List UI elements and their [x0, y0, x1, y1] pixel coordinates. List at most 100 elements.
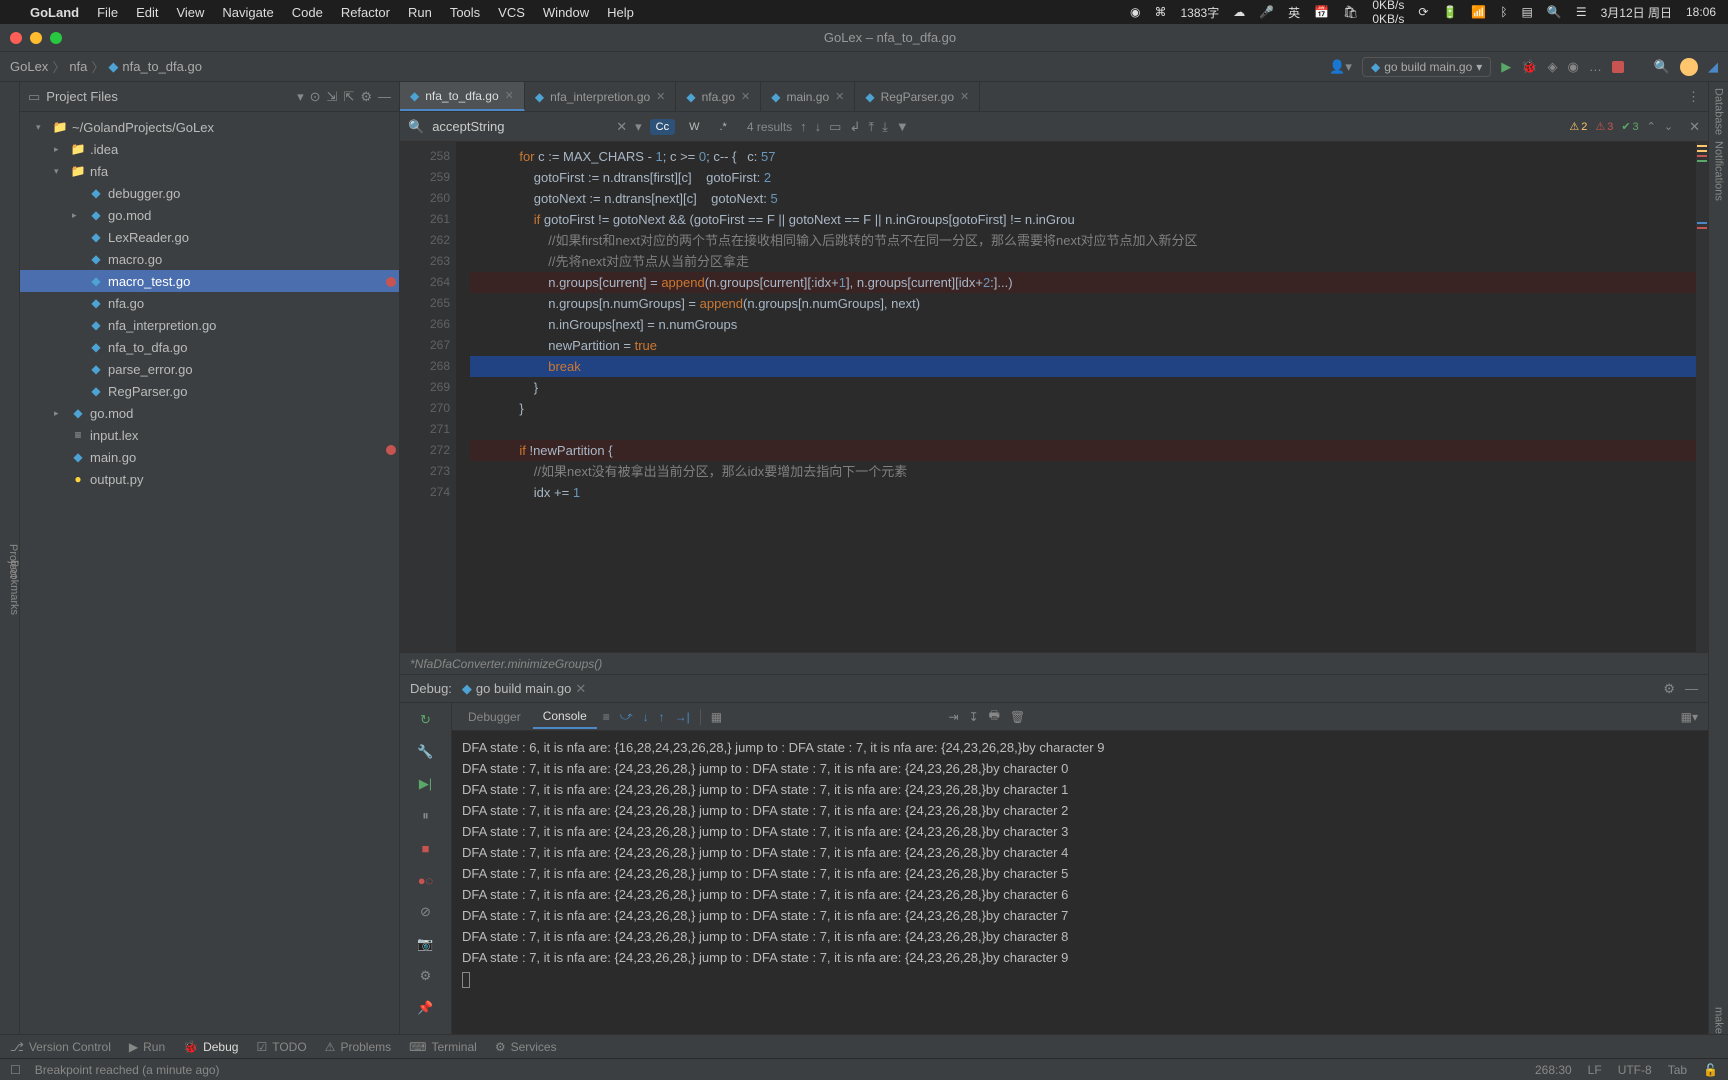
box-icon[interactable]: ▤	[1522, 5, 1533, 19]
run-to-cursor-icon[interactable]: →|	[671, 710, 694, 724]
tree-row[interactable]: ▸◆go.mod	[20, 402, 399, 424]
toolwindow-todo[interactable]: ☑TODO	[256, 1040, 306, 1054]
hide-panel-icon[interactable]: —	[378, 89, 391, 104]
step-over-icon[interactable]: ⤻	[616, 709, 637, 724]
tree-row[interactable]: ◆nfa_to_dfa.go	[20, 336, 399, 358]
tree-row[interactable]: ◆main.go	[20, 446, 399, 468]
scroll-to-end-icon[interactable]: ↧	[965, 710, 983, 724]
run-config-selector[interactable]: ◆ go build main.go ▾	[1362, 57, 1491, 77]
close-window-button[interactable]	[10, 32, 22, 44]
remove-selection-button[interactable]: ⤓	[882, 119, 888, 135]
app-name[interactable]: GoLand	[30, 5, 79, 20]
mic-icon[interactable]: 🎤	[1259, 5, 1274, 19]
resume-button[interactable]: ▶|	[412, 773, 440, 795]
maximize-window-button[interactable]	[50, 32, 62, 44]
toolwindow-run[interactable]: ▶Run	[129, 1040, 165, 1054]
camera-button[interactable]: 📷	[412, 933, 440, 955]
file-encoding[interactable]: UTF-8	[1618, 1063, 1652, 1077]
wifi-icon[interactable]: 📶	[1471, 5, 1486, 19]
time[interactable]: 18:06	[1686, 5, 1716, 19]
tree-row[interactable]: ◆macro.go	[20, 248, 399, 270]
editor-breadcrumb[interactable]: *NfaDfaConverter.minimizeGroups()	[400, 652, 1708, 674]
sync-icon[interactable]: ⟳	[1418, 5, 1428, 19]
coverage-button[interactable]: ◈	[1547, 59, 1557, 75]
tab-debugger[interactable]: Debugger	[458, 706, 531, 728]
caret-position[interactable]: 268:30	[1535, 1063, 1572, 1077]
menu-view[interactable]: View	[176, 5, 204, 20]
find-input[interactable]	[432, 119, 608, 134]
clear-icon[interactable]: 🗑	[1006, 710, 1029, 724]
attach-button[interactable]: …	[1589, 59, 1602, 74]
rerun-button[interactable]: ↻	[412, 709, 440, 731]
crumb-2[interactable]: nfa_to_dfa.go	[122, 59, 202, 74]
tree-row[interactable]: ▸◆go.mod	[20, 204, 399, 226]
tree-row[interactable]: ◆macro_test.go	[20, 270, 399, 292]
menu-refactor[interactable]: Refactor	[341, 5, 390, 20]
menu-vcs[interactable]: VCS	[498, 5, 525, 20]
search-icon[interactable]: 🔍	[1547, 5, 1562, 19]
crumb-0[interactable]: GoLex	[10, 59, 48, 74]
stop-button[interactable]	[1612, 61, 1624, 73]
debug-button[interactable]: 🐞	[1521, 59, 1537, 75]
collab-icon[interactable]: 👤▾	[1329, 59, 1352, 75]
run-button[interactable]: ▶	[1501, 59, 1511, 75]
line-number-gutter[interactable]: 2582592602612622632642652662672682692702…	[400, 142, 456, 652]
close-tab-icon[interactable]: ✕	[575, 681, 586, 697]
step-out-icon[interactable]: ↑	[655, 710, 669, 724]
history-icon[interactable]: ▾	[635, 119, 642, 135]
bookmarks-tool-button[interactable]: Bookmarks	[8, 560, 20, 615]
menu-help[interactable]: Help	[607, 5, 634, 20]
soft-wrap-icon[interactable]: ⇥	[945, 710, 963, 724]
error-stripe[interactable]	[1696, 142, 1708, 652]
stop-debug-button[interactable]: ■	[412, 837, 440, 859]
expand-all-icon[interactable]: ⇲	[327, 89, 338, 105]
settings-icon[interactable]: ⚙	[1663, 681, 1675, 697]
hide-panel-icon[interactable]: —	[1685, 681, 1698, 697]
date[interactable]: 3月12日 周日	[1601, 4, 1672, 21]
view-breakpoints-button[interactable]: ●◌	[412, 869, 440, 891]
cmd-icon[interactable]: ⌘	[1155, 5, 1167, 19]
tree-row[interactable]: ◆LexReader.go	[20, 226, 399, 248]
rec-icon[interactable]: ◉	[1130, 5, 1140, 19]
console-output[interactable]: DFA state : 6, it is nfa are: {16,28,24,…	[452, 731, 1708, 1034]
print-icon[interactable]: 🖶	[985, 706, 1004, 727]
words-toggle[interactable]: W	[683, 119, 705, 135]
readonly-icon[interactable]: 🔓	[1703, 1063, 1718, 1077]
new-line-button[interactable]: ↲	[849, 119, 860, 135]
mute-breakpoints-button[interactable]: ⊘	[412, 901, 440, 923]
close-tab-icon[interactable]: ✕	[505, 89, 514, 102]
tree-row[interactable]: ◆debugger.go	[20, 182, 399, 204]
bag-icon[interactable]: 🛍	[1343, 5, 1358, 19]
match-case-toggle[interactable]: Cc	[650, 119, 675, 135]
menu-edit[interactable]: Edit	[136, 5, 158, 20]
step-into-icon[interactable]: ↓	[639, 710, 653, 724]
jetbrains-toolbox-icon[interactable]: ◢	[1708, 59, 1718, 75]
next-match-button[interactable]: ↓	[815, 119, 822, 134]
tree-row[interactable]: ▸📁.idea	[20, 138, 399, 160]
tree-row[interactable]: ●output.py	[20, 468, 399, 490]
tree-row[interactable]: ▾📁~/GolandProjects/GoLex	[20, 116, 399, 138]
close-tab-icon[interactable]: ✕	[835, 90, 844, 103]
select-all-button[interactable]: ▭	[829, 119, 841, 135]
editor-tab[interactable]: ◆RegParser.go✕	[855, 82, 980, 111]
menu-tools[interactable]: Tools	[450, 5, 480, 20]
settings-icon[interactable]: ⚙	[360, 89, 372, 105]
tabs-more-icon[interactable]: ⋮	[1679, 82, 1708, 111]
toolwindow-problems[interactable]: ⚠Problems	[325, 1040, 391, 1054]
tab-console[interactable]: Console	[533, 705, 597, 729]
layout-icon[interactable]: ▦▾	[1677, 710, 1702, 724]
cal-icon[interactable]: 📅	[1314, 5, 1329, 19]
toolwindow-version-control[interactable]: ⎇Version Control	[10, 1040, 111, 1054]
chevron-down-icon[interactable]: ▾	[297, 89, 304, 105]
tree-row[interactable]: ◆nfa.go	[20, 292, 399, 314]
minimize-window-button[interactable]	[30, 32, 42, 44]
menu-code[interactable]: Code	[292, 5, 323, 20]
breadcrumb[interactable]: GoLex 〉 nfa 〉 ◆ nfa_to_dfa.go	[10, 57, 202, 76]
tree-row[interactable]: ◆nfa_interpretion.go	[20, 314, 399, 336]
search-everywhere-icon[interactable]: 🔍	[1654, 59, 1670, 75]
clear-find-icon[interactable]: ✕	[616, 119, 627, 135]
modify-run-config-button[interactable]: 🔧	[412, 741, 440, 763]
toolwindow-debug[interactable]: 🐞Debug	[183, 1040, 238, 1054]
pause-button[interactable]: ⏸	[412, 805, 440, 827]
menu-run[interactable]: Run	[408, 5, 432, 20]
